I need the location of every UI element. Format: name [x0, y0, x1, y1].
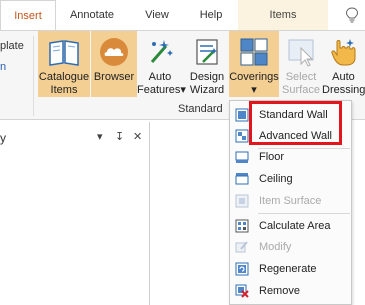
coverings-button[interactable]: Coverings ▾ [229, 31, 279, 97]
auto-dressing-label: Auto Dressing [322, 71, 365, 96]
browser-cloud-icon [100, 38, 128, 66]
tab-help[interactable]: Help [190, 0, 232, 30]
ceiling-icon [235, 173, 249, 185]
advanced-wall-icon [235, 129, 249, 143]
ribbon-tab-bar: Insert Annotate View Help Items [0, 0, 365, 30]
menu-item-label: Remove [259, 285, 300, 297]
modify-icon [235, 241, 248, 253]
tab-items[interactable]: Items [238, 0, 328, 30]
menu-item-calculate-area[interactable]: Calculate Area [230, 215, 351, 237]
menu-item-ceiling[interactable]: Ceiling [230, 168, 351, 190]
coverings-label: Coverings ▾ [229, 71, 279, 96]
coverings-grid-icon [240, 38, 268, 66]
design-wizard-label: Design Wizard [189, 71, 225, 96]
menu-item-label: Regenerate [259, 263, 317, 275]
standard-wall-icon [235, 108, 249, 122]
ribbon-group-label: Standard [178, 103, 223, 115]
select-surface-button[interactable]: Select Surface [281, 31, 321, 97]
catalogue-book-icon [49, 40, 79, 66]
catalogue-items-button[interactable]: Catalogue Items [38, 31, 90, 97]
select-surface-label: Select Surface [282, 71, 320, 96]
menu-separator [258, 213, 350, 214]
tab-insert[interactable]: Insert [0, 0, 56, 30]
menu-item-modify[interactable]: Modify [230, 236, 351, 258]
remove-icon [235, 284, 249, 298]
regenerate-icon [235, 262, 249, 276]
menu-item-label: Floor [259, 151, 285, 163]
menu-item-remove[interactable]: Remove [230, 280, 351, 302]
panel-close-icon[interactable]: ✕ [133, 130, 142, 144]
select-surface-icon [288, 39, 314, 67]
auto-features-label: Auto Features▾ [137, 71, 186, 96]
browser-label: Browser [93, 71, 135, 83]
ribbon-stub-text-2[interactable]: n [0, 61, 6, 73]
panel-pin-icon[interactable]: ↧ [115, 130, 124, 144]
calculate-area-icon [235, 219, 249, 233]
menu-item-label: Calculate Area [259, 220, 331, 232]
ribbon-stub-text[interactable]: plate [0, 40, 24, 52]
tab-view[interactable]: View [136, 0, 178, 30]
design-wizard-icon [196, 39, 218, 65]
ribbon-separator [33, 36, 34, 116]
browser-button[interactable]: Browser [91, 31, 137, 97]
menu-item-regenerate[interactable]: Regenerate [230, 258, 351, 280]
auto-features-wand-icon [150, 40, 173, 63]
floor-icon [235, 151, 249, 163]
auto-features-button[interactable]: Auto Features▾ [137, 31, 186, 97]
design-wizard-button[interactable]: Design Wizard [185, 31, 229, 97]
lightbulb-icon[interactable] [345, 7, 359, 23]
menu-item-label: Item Surface [259, 195, 322, 207]
menu-item-floor[interactable]: Floor [230, 146, 351, 168]
highlight-annotation-box [249, 101, 342, 145]
menu-item-label: Modify [259, 241, 292, 253]
left-panel: y ▾ ↧ ✕ [0, 122, 150, 305]
tab-annotate[interactable]: Annotate [62, 0, 122, 30]
auto-dressing-button[interactable]: Auto Dressing [322, 31, 365, 97]
item-surface-icon [235, 194, 249, 208]
auto-dressing-hand-icon [330, 39, 355, 66]
menu-item-label: Ceiling [259, 173, 293, 185]
menu-item-item-surface[interactable]: Item Surface [230, 190, 351, 212]
catalogue-items-label: Catalogue Items [38, 71, 90, 96]
panel-title: y [0, 131, 6, 145]
panel-dropdown-icon[interactable]: ▾ [97, 130, 103, 144]
